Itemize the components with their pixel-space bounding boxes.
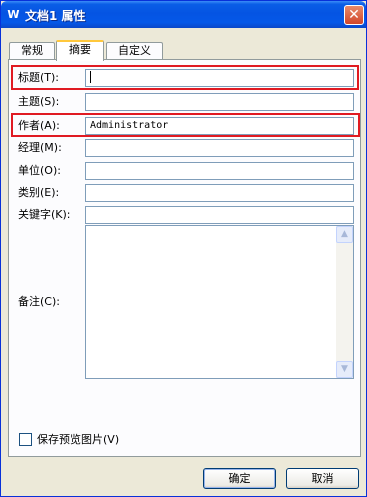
wps-writer-icon: W	[7, 8, 20, 21]
company-label: 单位(O):	[18, 164, 61, 177]
close-button[interactable]: ✕	[344, 5, 364, 25]
tab-general[interactable]: 常规	[9, 42, 55, 60]
comments-textarea[interactable]: ▲ ▼	[85, 225, 354, 379]
cancel-button[interactable]: 取消	[286, 468, 359, 489]
manager-field[interactable]	[85, 139, 354, 157]
company-field[interactable]	[85, 162, 354, 180]
properties-dialog: W 文档1 属性 ✕ 常规 摘要 自定义 标题(T): 主题(S): 作者(A)…	[0, 0, 367, 497]
subject-field[interactable]	[85, 93, 354, 111]
title-bar[interactable]: W 文档1 属性 ✕	[1, 1, 366, 28]
save-preview-checkbox[interactable]	[19, 433, 32, 446]
title-row-highlight	[11, 65, 359, 90]
category-field[interactable]	[85, 184, 354, 202]
scroll-up-button[interactable]: ▲	[336, 226, 353, 243]
category-label: 类别(E):	[18, 186, 60, 199]
subject-label: 主题(S):	[18, 95, 60, 108]
chevron-up-icon: ▲	[341, 229, 348, 239]
comments-label: 备注(C):	[18, 295, 60, 308]
window-title: 文档1 属性	[25, 9, 86, 23]
save-preview-label: 保存预览图片(V)	[37, 433, 120, 446]
keywords-field[interactable]	[85, 206, 354, 224]
comments-scrollbar[interactable]: ▲ ▼	[336, 226, 353, 378]
close-icon: ✕	[348, 7, 360, 23]
keywords-label: 关键字(K):	[18, 208, 71, 221]
tab-summary[interactable]: 摘要	[56, 40, 104, 61]
scroll-down-button[interactable]: ▼	[336, 361, 353, 378]
author-row-highlight	[11, 113, 360, 137]
chevron-down-icon: ▼	[341, 364, 348, 374]
manager-label: 经理(M):	[18, 141, 62, 154]
tab-custom[interactable]: 自定义	[106, 42, 163, 60]
ok-button[interactable]: 确定	[203, 468, 276, 489]
